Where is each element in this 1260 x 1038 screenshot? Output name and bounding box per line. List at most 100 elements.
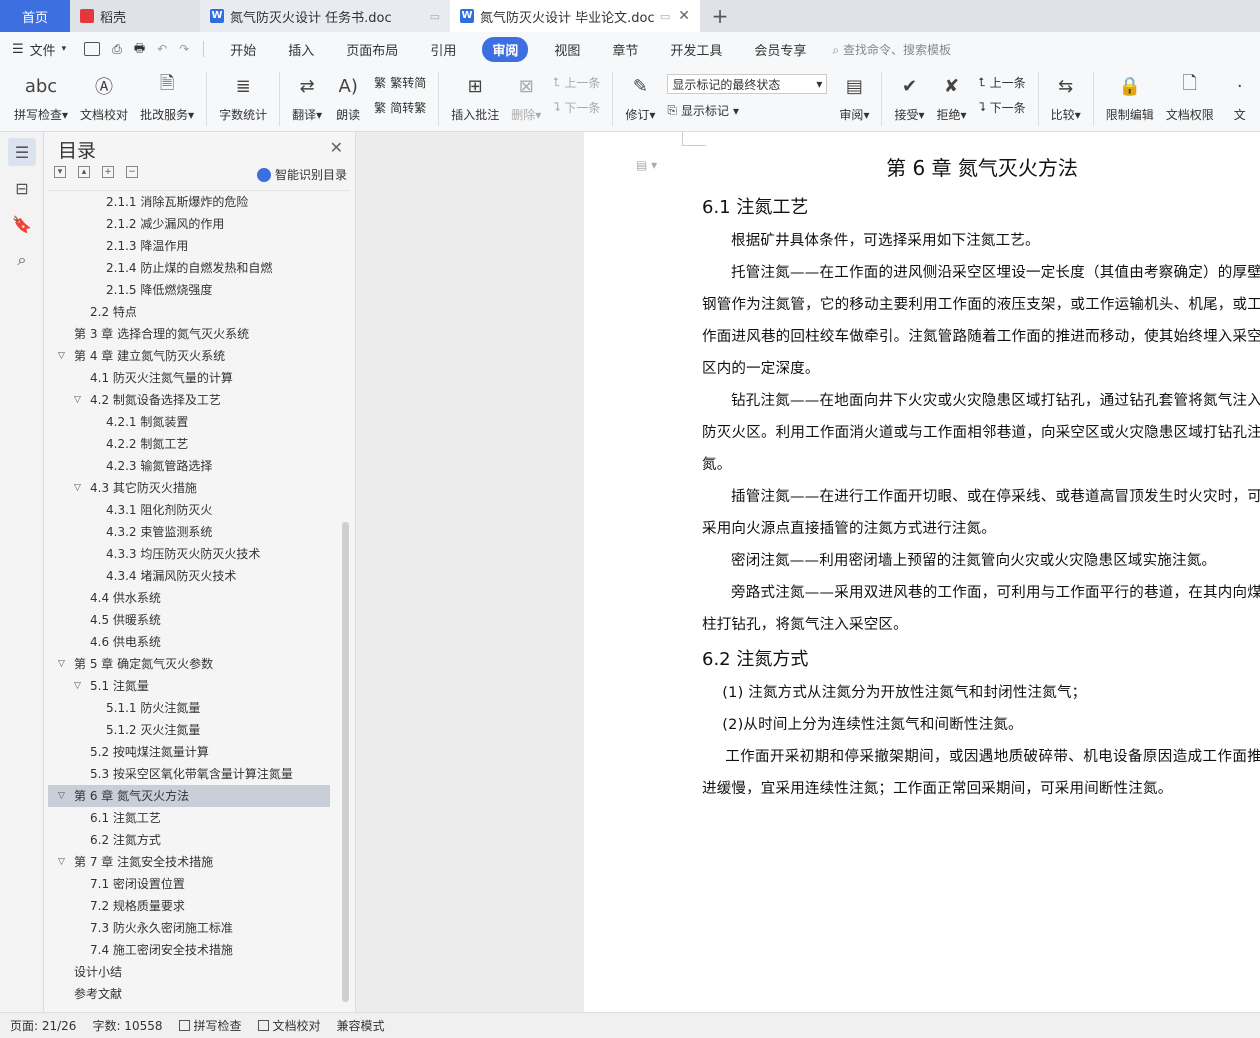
toc-item[interactable]: 4.3.1 阻化剂防灭火 (48, 499, 330, 521)
toc-item[interactable]: 第 3 章 选择合理的氮气灭火系统 (48, 323, 330, 345)
next-comment-button[interactable]: ⮧ 下一条 (553, 99, 600, 116)
menu-chapter[interactable]: 章节 (606, 37, 644, 62)
print-icon[interactable]: 🖶 (134, 39, 145, 60)
tab-daoke[interactable]: 稻壳 (70, 0, 200, 32)
toc-icon[interactable]: ☰ (8, 138, 36, 166)
chevron-down-icon[interactable]: ▽ (58, 345, 65, 367)
toc-item[interactable]: ▽ 第 7 章 注氮安全技术措施 (48, 851, 330, 873)
chevron-down-icon[interactable]: ▽ (58, 653, 65, 675)
pin-icon[interactable]: ▭ (430, 10, 440, 23)
compare-button[interactable]: ⇆ 比较▾ (1051, 72, 1081, 123)
tab-thesis-doc[interactable]: W 氮气防灭火设计 毕业论文.doc ▭ ✕ (450, 0, 700, 32)
menu-layout[interactable]: 页面布局 (340, 37, 404, 62)
close-icon[interactable]: ✕ (678, 8, 690, 24)
proofread-button[interactable]: Ⓐ 文档校对 (80, 72, 128, 123)
print-preview-icon[interactable]: ⎙ (112, 42, 122, 57)
toc-item[interactable]: 2.1.4 防止煤的自燃发热和自燃 (48, 257, 330, 279)
chevron-down-icon[interactable]: ▽ (74, 675, 81, 697)
chevron-down-icon[interactable]: ▽ (74, 389, 81, 411)
delete-comment-button[interactable]: ⊠ 删除▾ (511, 72, 541, 123)
toc-item[interactable]: 5.1.1 防火注氮量 (48, 697, 330, 719)
toc-item[interactable]: ▽ 第 6 章 氮气灭火方法 (48, 785, 330, 807)
toc-item[interactable]: 4.2.3 输氮管路选择 (48, 455, 330, 477)
menu-insert[interactable]: 插入 (282, 37, 320, 62)
read-aloud-button[interactable]: A) 朗读 (334, 72, 362, 123)
close-icon[interactable]: ✕ (330, 138, 343, 157)
next-revision-button[interactable]: ⮧ 下一条 (979, 99, 1026, 116)
review-pane-button[interactable]: ▤ 审阅▾ (839, 72, 869, 123)
word-count-indicator[interactable]: 字数: 10558 (92, 1017, 162, 1034)
accept-button[interactable]: ✔ 接受▾ (894, 72, 924, 123)
tab-home[interactable]: 首页 (0, 0, 70, 32)
toc-item[interactable]: 参考文献 (48, 983, 330, 1005)
toc-item[interactable]: ▽ 4.2 制氮设备选择及工艺 (48, 389, 330, 411)
toc-item[interactable]: 4.4 供水系统 (48, 587, 330, 609)
translate-button[interactable]: ⇄ 翻译▾ (292, 72, 322, 123)
page-indicator[interactable]: 页面: 21/26 (10, 1017, 76, 1034)
toc-item[interactable]: 4.2.1 制氮装置 (48, 411, 330, 433)
chevron-down-icon[interactable]: ▽ (58, 851, 65, 873)
document-content[interactable]: 第 6 章 氮气灭火方法 6.1 注氮工艺 根据矿井具体条件，可选择采用如下注氮… (702, 152, 1260, 805)
smart-toc-button[interactable]: 智能识别目录 (256, 166, 347, 183)
new-tab-button[interactable]: + (700, 0, 740, 32)
toc-item[interactable]: ▽ 第 5 章 确定氮气灭火参数 (48, 653, 330, 675)
menu-view[interactable]: 视图 (548, 37, 586, 62)
toc-item[interactable]: 4.3.4 堵漏风防灭火技术 (48, 565, 330, 587)
toc-item[interactable]: 4.6 供电系统 (48, 631, 330, 653)
display-state-select[interactable]: 显示标记的最终状态 ▾ (667, 74, 828, 94)
menu-member[interactable]: 会员专享 (748, 37, 812, 62)
toc-item[interactable]: 6.2 注氮方式 (48, 829, 330, 851)
toc-item[interactable]: 2.1.3 降温作用 (48, 235, 330, 257)
word-count-button[interactable]: ≣ 字数统计 (219, 72, 267, 123)
menu-start[interactable]: 开始 (224, 37, 262, 62)
minus-icon[interactable]: − (126, 166, 138, 178)
toc-item[interactable]: 4.5 供暖系统 (48, 609, 330, 631)
simp-to-trad-button[interactable]: 繁简转繁 (374, 99, 426, 116)
menu-reference[interactable]: 引用 (424, 37, 462, 62)
toc-item[interactable]: 2.2 特点 (48, 301, 330, 323)
chevron-down-icon[interactable]: ▽ (58, 785, 65, 807)
revise-button[interactable]: ✎ 修订▾ (625, 72, 655, 123)
chapter-nav-icon[interactable]: ⊟ (8, 174, 36, 202)
doc-permission-button[interactable]: 🗋 文档权限 (1166, 72, 1214, 123)
redo-icon[interactable]: ↷ (179, 42, 189, 56)
prev-revision-button[interactable]: ⮤ 上一条 (979, 74, 1026, 91)
status-spell-check[interactable]: 拼写检查 (178, 1017, 242, 1034)
chevron-down-icon[interactable]: ▽ (74, 477, 81, 499)
add-icon[interactable]: + (102, 166, 114, 178)
toc-item[interactable]: ▽ 第 4 章 建立氮气防灭火系统 (48, 345, 330, 367)
toc-item[interactable]: ▽ 4.3 其它防灭火措施 (48, 477, 330, 499)
toc-item[interactable]: 2.1.5 降低燃烧强度 (48, 279, 330, 301)
status-proofread[interactable]: 文档校对 (257, 1017, 321, 1034)
toc-item[interactable]: 4.3.3 均压防灭火防灭火技术 (48, 543, 330, 565)
tab-task-doc[interactable]: W 氮气防灭火设计 任务书.doc ▭ (200, 0, 450, 32)
menu-devtools[interactable]: 开发工具 (664, 37, 728, 62)
toc-item[interactable]: 5.1.2 灭火注氮量 (48, 719, 330, 741)
toc-item[interactable]: 4.3.2 束管监测系统 (48, 521, 330, 543)
toc-item[interactable]: 4.1 防灭火注氮气量的计算 (48, 367, 330, 389)
toc-item[interactable]: ▽ 5.1 注氮量 (48, 675, 330, 697)
toc-item[interactable]: 设计小结 (48, 961, 330, 983)
command-search[interactable]: ⌕ 查找命令、搜索模板 (832, 41, 951, 58)
trad-to-simp-button[interactable]: 繁繁转简 (374, 74, 426, 91)
toc-item[interactable]: 7.2 规格质量要求 (48, 895, 330, 917)
bookmark-icon[interactable]: 🔖 (8, 210, 36, 238)
restrict-edit-button[interactable]: 🔒 限制编辑 (1106, 72, 1154, 123)
save-icon[interactable] (84, 42, 101, 56)
toc-item[interactable]: 7.4 施工密闭安全技术措施 (48, 939, 330, 961)
spell-check-button[interactable]: abc 拼写检查▾ (14, 72, 68, 123)
toc-item[interactable]: 5.2 按吨煤注氮量计算 (48, 741, 330, 763)
toc-item[interactable]: 2.1.1 消除瓦斯爆炸的危险 (48, 191, 330, 213)
show-marks-button[interactable]: ⎘ 显示标记 ▾ (667, 102, 827, 119)
toc-scrollbar[interactable] (342, 522, 349, 1002)
annotate-service-button[interactable]: 🗎 批改服务▾ (140, 72, 194, 123)
toc-item[interactable]: 2.1.2 减少漏风的作用 (48, 213, 330, 235)
insert-comment-button[interactable]: ⊞ 插入批注 (451, 72, 499, 123)
toc-item[interactable]: 4.2.2 制氮工艺 (48, 433, 330, 455)
toc-item[interactable]: 6.1 注氮工艺 (48, 807, 330, 829)
search-icon[interactable]: ⌕ (8, 246, 36, 274)
reject-button[interactable]: ✘ 拒绝▾ (937, 72, 967, 123)
prev-comment-button[interactable]: ⮤ 上一条 (553, 74, 600, 91)
doc-outline-icon[interactable]: ▤ ▾ (636, 158, 657, 172)
undo-icon[interactable]: ↶ (157, 42, 167, 56)
